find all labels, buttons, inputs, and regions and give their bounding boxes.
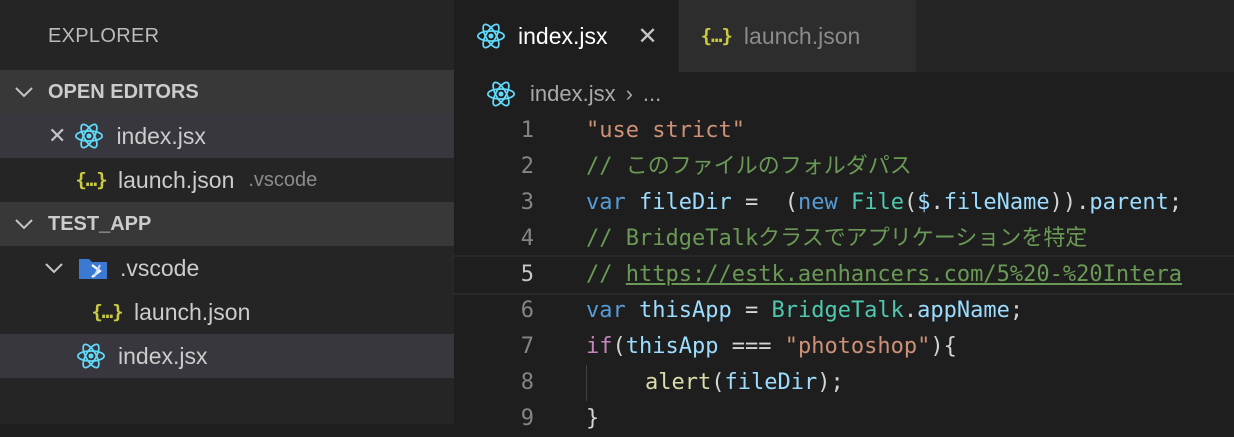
tree-item-label: index.jsx bbox=[118, 342, 208, 369]
line-number: 2 bbox=[520, 154, 534, 179]
string-token: "use strict" bbox=[586, 118, 745, 143]
tab-launch-json[interactable]: {…} launch.json bbox=[678, 0, 918, 72]
open-editor-label: index.jsx bbox=[116, 122, 206, 149]
editor-area: index.jsx ✕ {…} launch.json index.jsx › … bbox=[452, 0, 1234, 431]
punct-token: ( bbox=[612, 334, 626, 359]
comment-token: // bbox=[586, 262, 626, 287]
keyword-token: var bbox=[586, 298, 626, 323]
open-editor-description: .vscode bbox=[248, 168, 318, 191]
punct-token: . bbox=[930, 190, 944, 215]
tree-item-label: .vscode bbox=[120, 254, 200, 281]
code-line: 7 if(thisApp === "photoshop"){ bbox=[454, 329, 1234, 365]
code-line: 2 // このファイルのフォルダパス bbox=[454, 149, 1234, 185]
chevron-down-icon bbox=[44, 262, 64, 274]
punct-token: )). bbox=[1049, 190, 1090, 215]
keyword-token: if bbox=[586, 334, 613, 359]
tree-item-launch-json[interactable]: {…} launch.json bbox=[0, 290, 454, 334]
code-line: 6 var thisApp = BridgeTalk.appName; bbox=[454, 293, 1234, 329]
explorer-title: EXPLORER bbox=[48, 25, 160, 47]
punct-token: ; bbox=[1168, 190, 1183, 215]
json-icon: {…} bbox=[700, 25, 733, 47]
identifier-token: fileDir bbox=[724, 370, 818, 395]
punct-token: . bbox=[903, 298, 918, 323]
open-editors-label: OPEN EDITORS bbox=[48, 80, 199, 103]
identifier-token: $ bbox=[917, 190, 931, 215]
breadcrumb: index.jsx › ... bbox=[454, 72, 1234, 116]
line-number: 8 bbox=[520, 370, 534, 395]
open-editor-item-launch[interactable]: {…} launch.json .vscode bbox=[0, 158, 454, 202]
class-token: File bbox=[850, 190, 904, 215]
tab-bar: index.jsx ✕ {…} launch.json bbox=[454, 0, 1234, 72]
code-editor[interactable]: 1 "use strict" 2 // このファイルのフォルダパス 3 var … bbox=[452, 113, 1234, 437]
react-icon bbox=[74, 122, 104, 150]
code-line: 8 alert(fileDir); bbox=[454, 365, 1234, 401]
open-editor-label: launch.json bbox=[118, 166, 235, 193]
close-icon[interactable]: ✕ bbox=[637, 22, 657, 51]
comment-token: // BridgeTalkクラスでアプリケーションを特定 bbox=[586, 226, 1088, 251]
test-app-header[interactable]: TEST_APP bbox=[0, 202, 454, 246]
breadcrumb-separator: › bbox=[625, 81, 633, 106]
line-number: 6 bbox=[520, 298, 534, 323]
chevron-down-icon bbox=[0, 86, 48, 98]
punct-token: ; bbox=[1009, 298, 1024, 323]
react-icon bbox=[486, 80, 516, 108]
code-line: 4 // BridgeTalkクラスでアプリケーションを特定 bbox=[454, 221, 1234, 257]
punct-token: } bbox=[586, 406, 600, 431]
tree-item-vscode-folder[interactable]: .vscode bbox=[0, 246, 454, 290]
line-number: 7 bbox=[520, 334, 534, 359]
tab-label: index.jsx bbox=[518, 22, 608, 49]
open-editors-header[interactable]: OPEN EDITORS bbox=[0, 70, 454, 114]
operator-token: = bbox=[731, 298, 772, 323]
property-token: parent bbox=[1089, 190, 1169, 215]
tab-index-jsx[interactable]: index.jsx ✕ bbox=[454, 0, 679, 72]
indent-guide bbox=[586, 365, 645, 401]
json-icon: {…} bbox=[75, 169, 107, 191]
line-number: 4 bbox=[520, 226, 534, 251]
line-number: 5 bbox=[520, 262, 534, 287]
punct-token: ( bbox=[903, 190, 918, 215]
explorer-sidebar: EXPLORER OPEN EDITORS ✕ index.jsx {…} la… bbox=[0, 0, 454, 424]
identifier-token: thisApp bbox=[639, 298, 732, 323]
line-number: 1 bbox=[520, 118, 534, 143]
code-line: 1 "use strict" bbox=[454, 113, 1234, 149]
string-token: "photoshop" bbox=[784, 334, 931, 359]
class-token: BridgeTalk bbox=[771, 298, 904, 323]
test-app-label: TEST_APP bbox=[48, 212, 152, 235]
identifier-token: thisApp bbox=[625, 334, 719, 359]
react-icon bbox=[76, 342, 106, 370]
identifier-token: fileDir bbox=[639, 190, 732, 215]
json-icon: {…} bbox=[91, 301, 123, 323]
punct-token: ){ bbox=[930, 334, 957, 359]
breadcrumb-more[interactable]: ... bbox=[643, 81, 661, 107]
punct-token: ( bbox=[711, 370, 725, 395]
open-editor-item-index[interactable]: ✕ index.jsx bbox=[0, 114, 454, 158]
keyword-token: new bbox=[797, 190, 838, 215]
operator-token: === bbox=[718, 334, 785, 359]
comment-token: // このファイルのフォルダパス bbox=[586, 154, 912, 179]
tree-item-label: launch.json bbox=[134, 298, 251, 325]
property-token: appName bbox=[917, 298, 1010, 323]
code-line: 9 } bbox=[454, 401, 1234, 437]
tree-item-index-jsx[interactable]: index.jsx bbox=[0, 334, 454, 378]
keyword-token: var bbox=[586, 190, 626, 215]
operator-token: = ( bbox=[731, 190, 798, 215]
line-number: 3 bbox=[520, 190, 534, 215]
react-icon bbox=[476, 22, 506, 50]
function-token: alert bbox=[645, 370, 712, 395]
chevron-down-icon bbox=[0, 218, 48, 230]
line-number: 9 bbox=[520, 406, 534, 431]
tab-label: launch.json bbox=[743, 22, 861, 49]
code-line-current: 5 // https://estk.aenhancers.com/5%20-%2… bbox=[452, 255, 1234, 295]
breadcrumb-file[interactable]: index.jsx bbox=[530, 81, 616, 107]
comment-link[interactable]: https://estk.aenhancers.com/5%20-%20Inte… bbox=[626, 262, 1182, 287]
close-icon[interactable]: ✕ bbox=[48, 123, 66, 149]
vscode-folder-icon bbox=[78, 256, 108, 280]
code-line: 3 var fileDir = (new File($.fileName)).p… bbox=[454, 185, 1234, 221]
property-token: fileName bbox=[943, 190, 1050, 215]
punct-token: ); bbox=[817, 370, 844, 395]
